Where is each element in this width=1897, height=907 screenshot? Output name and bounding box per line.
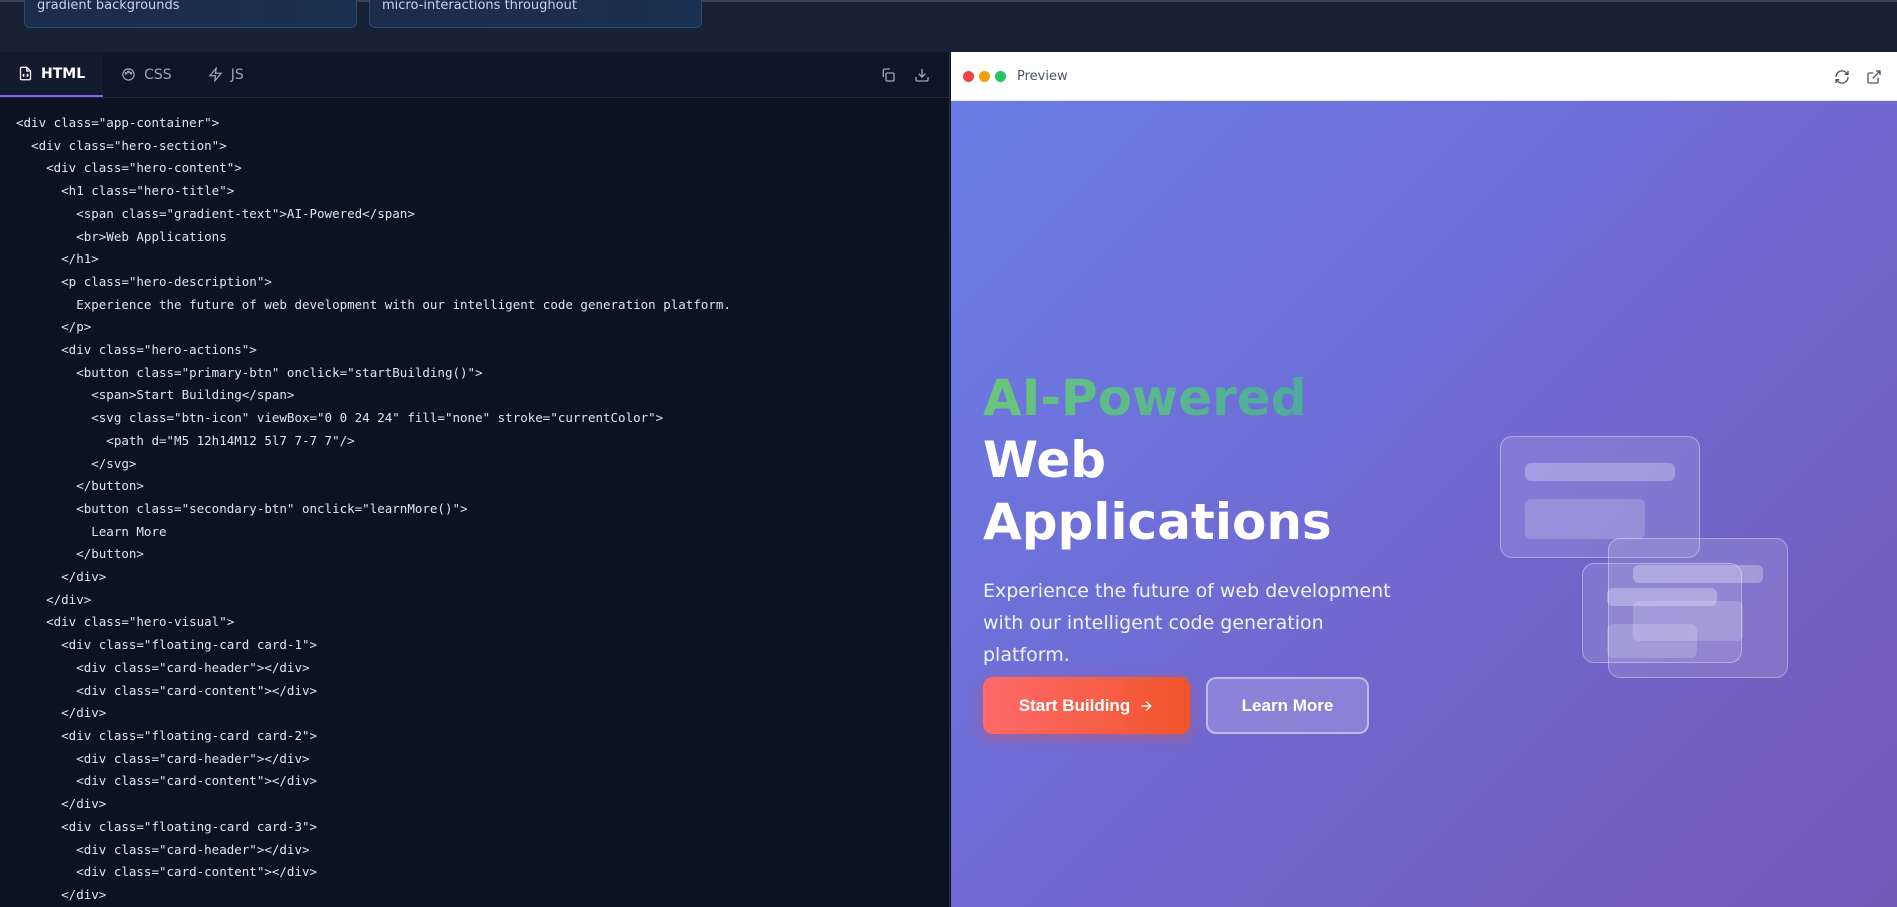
card-header [1607,588,1717,606]
code-line: <div class="card-content"></div> [16,682,318,698]
refresh-button[interactable] [1833,68,1851,86]
code-line: </div> [16,591,92,607]
feature-card-text: micro-interactions throughout [382,0,577,13]
hero-title-line2: Web [983,431,1107,489]
code-line: <span>Start Building</span> [16,387,295,403]
palette-icon [122,68,135,81]
code-line: Experience the future of web development… [16,296,731,312]
feature-card-micro: micro-interactions throughout [369,0,702,28]
code-line: <button class="primary-btn" onclick="sta… [16,364,483,380]
code-line: <br>Web Applications [16,228,227,244]
tab-css[interactable]: CSS [103,52,190,97]
preview-panel: Preview AI-Powered Web Applications Expe… [951,52,1897,907]
tab-label: CSS [144,66,172,83]
code-line: <div class="floating-card card-3"> [16,818,318,834]
learn-more-label: Learn More [1241,695,1334,715]
tab-html[interactable]: HTML [0,52,104,97]
window-close-dot[interactable] [963,70,974,82]
open-external-button[interactable] [1865,68,1883,86]
editor-tabbar: HTML CSS JS [0,52,949,98]
code-line: </div> [16,796,107,812]
copy-button[interactable] [879,66,897,84]
hero-title-gradient: AI-Powered [983,367,1332,429]
code-line: <div class="hero-actions"> [16,342,257,358]
code-line: <div class="app-container"> [16,115,220,130]
learn-more-button[interactable]: Learn More [1206,677,1369,734]
code-line: <div class="card-header"></div> [16,659,310,675]
refresh-icon [1835,69,1849,84]
code-line: </div> [16,886,107,902]
code-line: <div class="hero-section"> [16,137,227,153]
bolt-icon [208,67,223,82]
code-line: <button class="secondary-btn" onclick="l… [16,500,468,516]
start-building-button[interactable]: Start Building [983,677,1190,734]
window-maximize-dot[interactable] [995,70,1006,82]
code-line: <p class="hero-description"> [16,273,272,289]
card-header [1525,463,1675,481]
code-line: </div> [16,569,107,585]
external-link-icon [1867,69,1881,84]
editor-tools [879,52,931,98]
feature-card-gradient: gradient backgrounds [24,0,357,28]
code-area[interactable]: <div class="app-container"> <div class="… [0,98,949,906]
code-line: <path d="M5 12h14M12 5l7 7-7 7"/> [16,432,355,448]
hero-section: AI-Powered Web Applications Experience t… [951,101,1897,907]
download-icon [915,69,929,82]
top-strip: gradient backgrounds micro-interactions … [0,0,1897,52]
code-line: <div class="floating-card card-2"> [16,727,318,743]
code-line: </div> [16,705,107,721]
tab-label: HTML [41,65,86,82]
code-line: <div class="card-header"></div> [16,841,310,857]
code-line: <svg class="btn-icon" viewBox="0 0 24 24… [16,410,664,426]
code-line: <div class="card-content"></div> [16,773,318,789]
preview-title: Preview [1017,68,1068,84]
preview-tools [1833,52,1883,101]
start-building-label: Start Building [1018,695,1131,715]
code-line: <div class="card-header"></div> [16,750,310,766]
code-line: </button> [16,546,144,562]
code-line: Learn More [16,523,167,539]
code-line: <div class="card-content"></div> [16,864,318,880]
hero-description: Experience the future of web development… [983,580,1391,666]
floating-card-3 [1582,563,1742,663]
code-line: <div class="hero-content"> [16,160,242,176]
code-line: <div class="floating-card card-1"> [16,637,318,653]
feature-card-text: gradient backgrounds [37,0,180,13]
preview-toolbar: Preview [951,52,1897,101]
hero-title-line3: Applications [983,493,1332,551]
code-line: </svg> [16,455,137,471]
code-line: </button> [16,478,144,494]
code-line: <span class="gradient-text">AI-Powered</… [16,205,415,221]
window-minimize-dot[interactable] [979,70,990,82]
code-editor-panel: HTML CSS JS <div class="app-container"> … [0,52,950,907]
card-content [1607,624,1697,658]
card-content [1525,499,1645,539]
code-line: </h1> [16,251,99,267]
code-line: </p> [16,319,92,335]
code-line: <div class="hero-visual"> [16,614,235,630]
file-code-icon [19,66,32,81]
hero-title: AI-Powered Web Applications [983,367,1332,553]
tab-label: JS [230,66,244,83]
download-button[interactable] [913,66,931,84]
code-line: <h1 class="hero-title"> [16,183,235,199]
tab-js[interactable]: JS [190,52,262,97]
copy-icon [882,68,895,82]
arrow-right-icon [1141,700,1152,711]
